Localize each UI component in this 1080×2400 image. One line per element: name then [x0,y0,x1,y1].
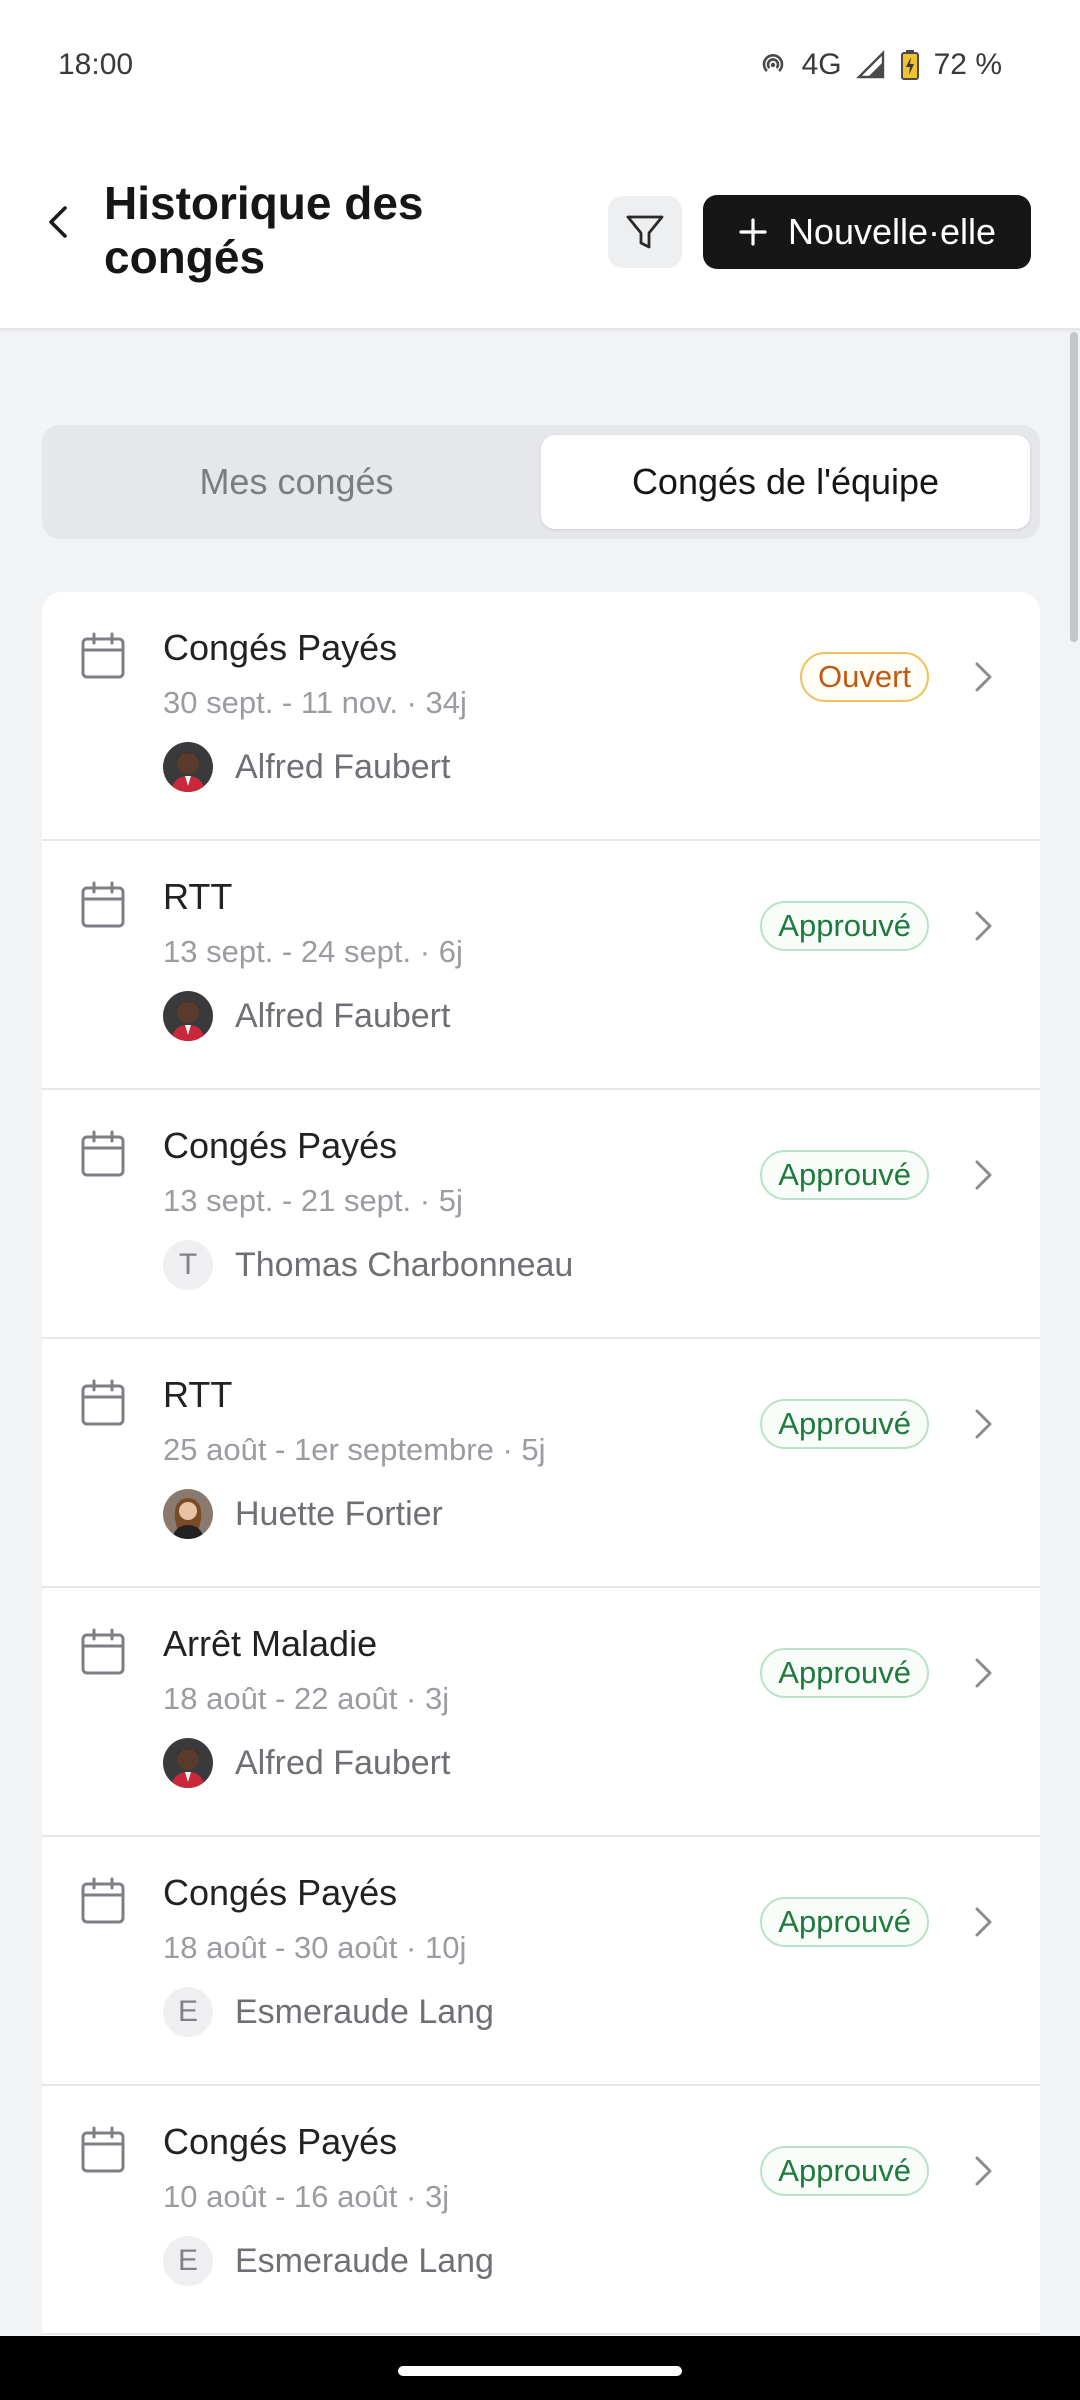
chevron-right-icon [975,1658,992,1688]
avatar [163,742,213,792]
person-name: Alfred Faubert [235,747,451,786]
status-badge: Approuvé [760,1897,929,1947]
list-item[interactable]: Congés Payés 10 août - 16 août · 3j E Es… [42,2086,1040,2335]
list-item[interactable]: Arrêt Maladie 18 août - 22 août · 3j Alf… [42,1588,1040,1837]
status-badge: Approuvé [760,1150,929,1200]
chevron-right-icon [975,2156,992,2186]
calendar-icon [81,1628,125,1675]
status-badge: Ouvert [799,652,929,702]
filter-button[interactable] [608,196,682,268]
new-leave-button[interactable]: Nouvelle·elle [703,195,1031,269]
chevron-right-icon [975,911,992,941]
leave-type: RTT [163,1374,233,1415]
avatar [163,1738,213,1788]
leave-type: Arrêt Maladie [163,1623,378,1664]
tab-my-leaves[interactable]: Mes congés [52,435,541,529]
calendar-icon [81,881,125,928]
calendar-icon [81,1877,125,1924]
calendar-icon [81,1379,125,1426]
status-badge: Approuvé [760,1648,929,1698]
person-name: Alfred Faubert [235,1743,451,1782]
chevron-left-icon [49,206,67,238]
network-type: 4G [801,48,842,81]
app-header: Historique des congés Nouvelle·elle [0,130,1080,330]
leave-dates: 13 sept. - 21 sept. · 5j [163,1183,463,1218]
new-leave-label: Nouvelle·elle [787,211,997,252]
leave-type: Congés Payés [163,1872,398,1913]
calendar-icon [81,1130,125,1177]
person-name: Alfred Faubert [235,996,451,1035]
leave-dates: 30 sept. - 11 nov. · 34j [163,685,467,720]
list-item[interactable]: RTT 25 août - 1er septembre · 5j Huette … [42,1339,1040,1588]
person-name: Esmeraude Lang [235,2241,494,2280]
status-icons: 4G 72 % [758,48,1002,82]
leave-type: Congés Payés [163,2121,398,2162]
chevron-right-icon [975,1409,992,1439]
leave-person: E Esmeraude Lang [163,1987,494,2037]
battery-icon [900,49,920,81]
calendar-icon [81,2126,125,2173]
signal-icon [855,50,886,80]
avatar [163,991,213,1041]
status-bar: 18:00 4G 72 % [0,0,1080,130]
tab-team-leaves[interactable]: Congés de l'équipe [541,435,1030,529]
person-name: Huette Fortier [235,1494,443,1533]
leave-dates: 18 août - 30 août · 10j [163,1930,467,1965]
hotspot-icon [758,50,788,80]
home-gesture-handle[interactable] [398,2366,682,2376]
leave-dates: 25 août - 1er septembre · 5j [163,1432,546,1467]
status-badge: Approuvé [760,1399,929,1449]
chevron-right-icon [975,1160,992,1190]
status-badge: Approuvé [760,2146,929,2196]
leave-person: Huette Fortier [163,1489,443,1539]
avatar: E [163,2236,213,2286]
avatar: T [163,1240,213,1290]
list-item[interactable]: Congés Payés 13 sept. - 21 sept. · 5j T … [42,1090,1040,1339]
chevron-right-icon [975,662,992,692]
scrollbar[interactable] [1070,332,1078,642]
leave-type: RTT [163,876,233,917]
leave-dates: 13 sept. - 24 sept. · 6j [163,934,463,969]
leave-person: Alfred Faubert [163,991,450,1041]
avatar: E [163,1987,213,2037]
leave-type: Congés Payés [163,1125,398,1166]
leave-person: Alfred Faubert [163,1738,450,1788]
leave-person: E Esmeraude Lang [163,2236,494,2286]
page-title: Historique des congés [104,177,424,283]
back-button[interactable] [36,200,80,244]
calendar-icon [81,632,125,679]
plus-icon [739,218,767,246]
avatar [163,1489,213,1539]
leave-person: T Thomas Charbonneau [163,1240,573,1290]
leave-type: Congés Payés [163,627,398,668]
leave-dates: 18 août - 22 août · 3j [163,1681,450,1716]
person-name: Esmeraude Lang [235,1992,494,2031]
list-item[interactable]: Congés Payés 18 août - 30 août · 10j E E… [42,1837,1040,2086]
leave-list: Congés Payés 30 sept. - 11 nov. · 34j Al… [42,592,1040,2336]
leave-person: Alfred Faubert [163,742,450,792]
person-name: Thomas Charbonneau [235,1245,574,1284]
chevron-right-icon [975,1907,992,1937]
leave-dates: 10 août - 16 août · 3j [163,2179,450,2214]
system-nav-bar [0,2336,1080,2400]
list-item[interactable]: RTT 13 sept. - 24 sept. · 6j Alfred Faub… [42,841,1040,1090]
list-item[interactable]: Congés Payés 30 sept. - 11 nov. · 34j Al… [42,592,1040,841]
filter-icon [626,215,664,249]
view-tabs: Mes congés Congés de l'équipe [42,425,1040,539]
status-badge: Approuvé [760,901,929,951]
battery-level: 72 % [933,48,1002,81]
status-time: 18:00 [58,48,134,81]
